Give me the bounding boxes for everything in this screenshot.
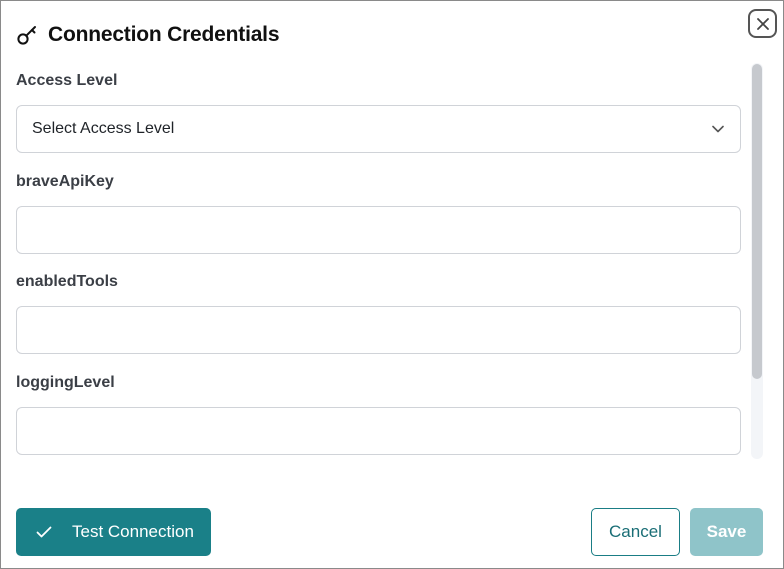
key-icon: [16, 24, 38, 46]
field-enabled-tools: enabledTools: [16, 272, 741, 354]
save-button[interactable]: Save: [690, 508, 763, 556]
scrollbar-thumb[interactable]: [752, 64, 762, 379]
brave-api-key-label: braveApiKey: [16, 173, 114, 190]
cancel-button[interactable]: Cancel: [591, 508, 680, 556]
dialog-title: Connection Credentials: [48, 23, 280, 46]
access-level-label: Access Level: [16, 72, 118, 89]
access-level-select[interactable]: Select Access Level: [16, 105, 741, 153]
enabled-tools-input[interactable]: [16, 306, 741, 354]
chevron-down-icon: [712, 125, 724, 133]
form-scrollbar[interactable]: [751, 63, 763, 459]
logging-level-label: loggingLevel: [16, 374, 115, 391]
field-access-level: Access Level Select Access Level: [16, 71, 741, 153]
field-logging-level: loggingLevel: [16, 373, 741, 455]
test-connection-label: Test Connection: [72, 522, 194, 541]
logging-level-input[interactable]: [16, 407, 741, 455]
brave-api-key-input[interactable]: [16, 206, 741, 254]
form-scroll-area: Access Level Select Access Level braveAp…: [16, 63, 741, 463]
credentials-dialog: Connection Credentials Access Level Sele…: [0, 0, 784, 569]
check-icon: [36, 526, 52, 538]
close-button[interactable]: [748, 9, 777, 38]
dialog-header: Connection Credentials: [16, 21, 279, 49]
test-connection-button[interactable]: Test Connection: [16, 508, 211, 556]
enabled-tools-label: enabledTools: [16, 273, 118, 290]
field-brave-api-key: braveApiKey: [16, 172, 741, 254]
access-level-value: Select Access Level: [32, 120, 175, 137]
close-icon: [756, 17, 769, 30]
